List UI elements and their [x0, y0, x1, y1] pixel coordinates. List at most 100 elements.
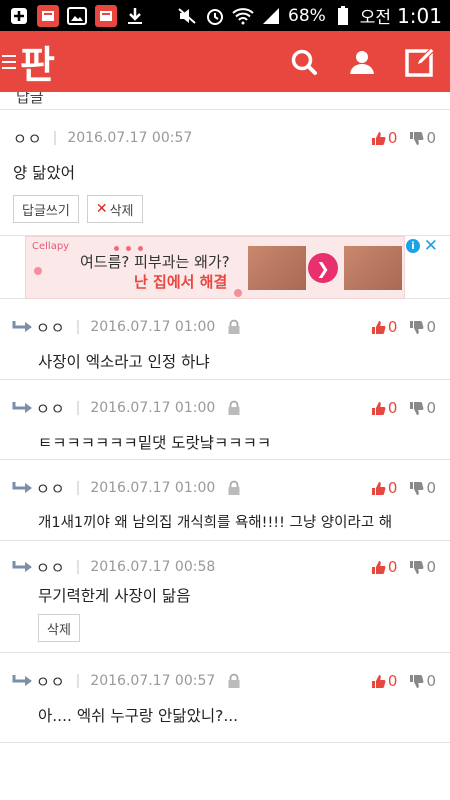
person-icon: [350, 50, 374, 74]
separator: |: [75, 480, 81, 496]
ad-close-icon[interactable]: ✕: [424, 236, 438, 256]
vote-group: 0 0: [371, 479, 436, 497]
thumbs-down-icon: [410, 560, 424, 574]
upvote-button[interactable]: 0: [371, 318, 398, 336]
comment-header: ㅇㅇ | 2016.07.17 00:57 0 0: [12, 670, 450, 692]
upvote-count: 0: [387, 129, 398, 147]
upvote-button[interactable]: 0: [371, 129, 398, 147]
lock-icon: [227, 319, 241, 335]
upvote-button[interactable]: 0: [371, 672, 398, 690]
comment-nickname[interactable]: ㅇㅇ: [36, 317, 66, 338]
download-icon: [124, 5, 146, 27]
pann-app-icon: [37, 4, 59, 27]
search-icon: [291, 49, 317, 75]
comment-date: 2016.07.17 00:58: [90, 559, 216, 575]
search-button[interactable]: [286, 44, 322, 80]
downvote-button[interactable]: 0: [409, 129, 436, 147]
vote-group: 0 0: [371, 399, 436, 417]
comment-header: ㅇㅇ | 2016.07.17 00:58 0 0: [12, 556, 450, 578]
cutoff-text: 답글: [16, 92, 44, 106]
delete-button[interactable]: 삭제: [38, 614, 80, 642]
ad-info-icon[interactable]: i: [406, 239, 420, 253]
menu-icon[interactable]: [2, 31, 18, 92]
ad-answer: 난 집에서 해결: [134, 273, 228, 291]
status-bar: 68% 오전 1:01: [0, 0, 450, 31]
separator: |: [75, 400, 81, 416]
home-logo-button[interactable]: 판: [2, 31, 55, 92]
separator: |: [75, 319, 81, 335]
comment-item: ㅇㅇ | 2016.07.17 00:57 0 0 아.... 엑쉬 누구랑 안…: [0, 653, 450, 743]
vote-group: 0 0: [371, 558, 436, 576]
decor-dot: [34, 267, 42, 275]
comment-item: ㅇㅇ | 2016.07.17 01:00 0 0 ㅌㅋㅋㅋㅋㅋㅋ밑댓 도랏냨ㅋ…: [0, 380, 450, 460]
upvote-button[interactable]: 0: [371, 399, 398, 417]
comment-date: 2016.07.17 01:00: [90, 400, 216, 416]
comment-nickname[interactable]: ㅇㅇ: [36, 398, 66, 419]
decor-dot: [234, 289, 242, 297]
comment-actions: 삭제: [38, 614, 450, 642]
lock-icon: [227, 480, 241, 496]
downvote-button[interactable]: 0: [409, 479, 436, 497]
vote-group: 0 0: [371, 672, 436, 690]
comment-item: ㅇㅇ | 2016.07.17 01:00 0 0 개1새1끼야 왜 남의집 개…: [0, 460, 450, 541]
comment-header: ㅇㅇ | 2016.07.17 01:00 0 0: [12, 477, 450, 499]
app-header: 판: [0, 31, 450, 92]
write-button[interactable]: [402, 44, 438, 80]
upvote-count: 0: [387, 399, 398, 417]
downvote-button[interactable]: 0: [409, 318, 436, 336]
ad-skin-photo-after: [344, 246, 402, 290]
thumbs-up-icon: [371, 320, 386, 334]
downvote-count: 0: [426, 672, 436, 690]
upvote-button[interactable]: 0: [371, 479, 398, 497]
ad-arrow-icon[interactable]: ❯: [308, 253, 338, 283]
upvote-button[interactable]: 0: [371, 558, 398, 576]
cutoff-row: 답글: [0, 92, 450, 110]
upvote-count: 0: [387, 558, 398, 576]
profile-button[interactable]: [344, 44, 380, 80]
downvote-button[interactable]: 0: [409, 672, 436, 690]
reply-arrow-icon: [12, 671, 36, 691]
comment-nickname[interactable]: ㅇㅇ: [36, 478, 66, 499]
comment-item: ㅇㅇ | 2016.07.17 00:57 0 0 양 닮았어 답글쓰기 ✕ 삭제: [0, 110, 450, 236]
comment-nickname[interactable]: ㅇㅇ: [36, 557, 66, 578]
thumbs-down-icon: [410, 674, 424, 688]
downvote-count: 0: [426, 479, 436, 497]
delete-button[interactable]: ✕ 삭제: [86, 195, 143, 223]
reply-button[interactable]: 답글쓰기: [13, 195, 79, 223]
thumbs-up-icon: [371, 674, 386, 688]
comment-item: ㅇㅇ | 2016.07.17 01:00 0 0 사장이 엑소라고 인정 하냐: [0, 299, 450, 380]
downvote-count: 0: [426, 129, 436, 147]
comment-item: ㅇㅇ | 2016.07.17 00:58 0 0 무기력한게 사장이 닮음 삭…: [0, 541, 450, 653]
thumbs-down-icon: [410, 131, 424, 145]
add-notification-icon: [8, 5, 30, 27]
delete-label: 삭제: [109, 203, 134, 219]
comment-header: ㅇㅇ | 2016.07.17 01:00 0 0: [12, 397, 450, 419]
comment-nickname[interactable]: ㅇㅇ: [36, 671, 66, 692]
ad-banner-row: Cellapy 여드름? 피부과는 왜가? 난 집에서 해결 ❯ i ✕: [0, 236, 450, 299]
am-pm-label: 오전: [359, 8, 392, 28]
battery-icon: [332, 5, 354, 27]
downvote-button[interactable]: 0: [409, 558, 436, 576]
downvote-button[interactable]: 0: [409, 399, 436, 417]
pann-app-icon-2: [95, 4, 117, 27]
wifi-icon: [232, 5, 254, 27]
comment-list: 답글 ㅇㅇ | 2016.07.17 00:57 0 0 양 닮았어 답글쓰기 …: [0, 92, 450, 743]
upvote-count: 0: [387, 479, 398, 497]
comment-text: 개1새1끼야 왜 남의집 개식희를 욕해!!!! 그냥 양이라고 해: [38, 515, 393, 531]
comment-actions: 답글쓰기 ✕ 삭제: [13, 195, 450, 223]
thumbs-down-icon: [410, 320, 424, 334]
upvote-count: 0: [387, 672, 398, 690]
comment-text: 양 닮았어: [13, 164, 75, 182]
thumbs-up-icon: [371, 131, 386, 145]
vote-group: 0 0: [371, 129, 436, 147]
ad-banner[interactable]: Cellapy 여드름? 피부과는 왜가? 난 집에서 해결 ❯: [25, 236, 405, 299]
lock-icon: [227, 673, 241, 689]
comment-nickname[interactable]: ㅇㅇ: [13, 128, 43, 149]
reply-arrow-icon: [12, 478, 36, 498]
vote-group: 0 0: [371, 318, 436, 336]
comment-header: ㅇㅇ | 2016.07.17 01:00 0 0: [12, 316, 450, 338]
reply-arrow-icon: [12, 557, 36, 577]
alarm-icon: [204, 5, 226, 27]
upvote-count: 0: [387, 318, 398, 336]
battery-percent: 68%: [288, 5, 326, 26]
